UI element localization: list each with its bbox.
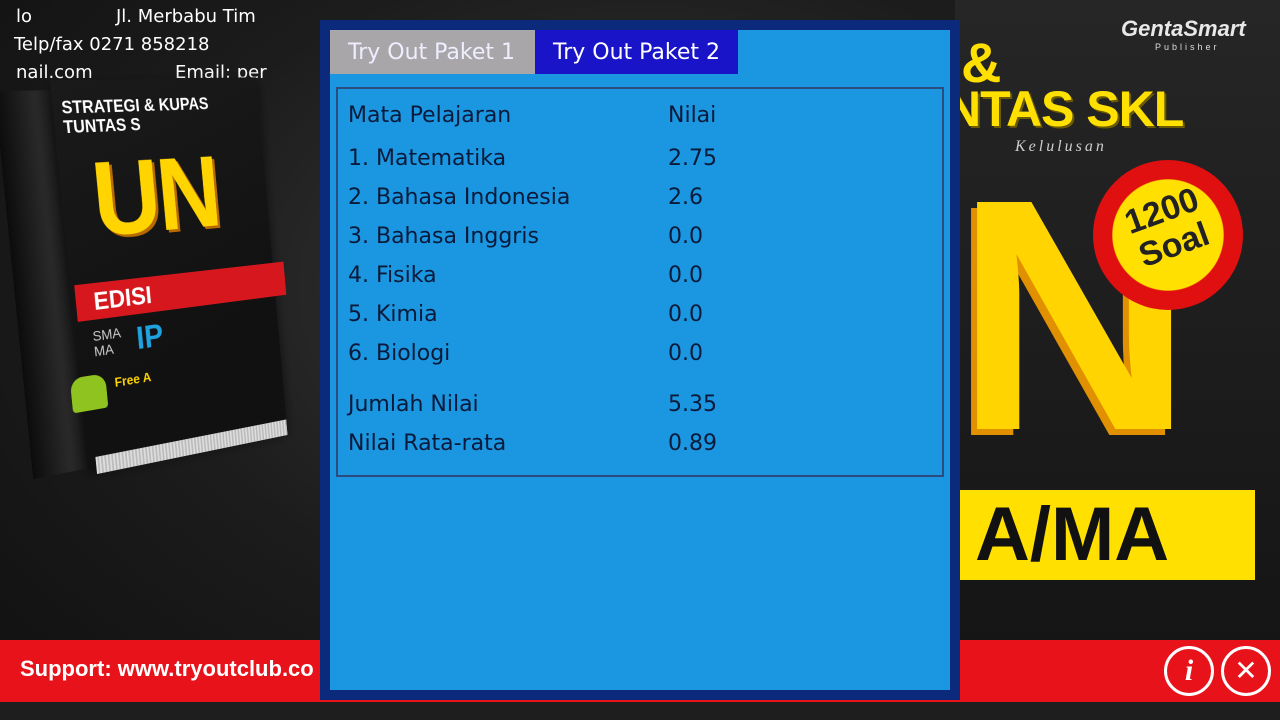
header-subject: Mata Pelajaran <box>348 103 512 128</box>
average-label: Nilai Rata-rata <box>348 431 507 456</box>
cover-ribbon: A/MA <box>955 490 1255 580</box>
soal-badge-text: 1200 Soal <box>1119 180 1215 276</box>
row-score: 0.0 <box>668 302 703 327</box>
score-dialog: Try Out Paket 1 Try Out Paket 2 Mata Pel… <box>320 20 960 700</box>
row-score: 0.0 <box>668 224 703 249</box>
soal-badge: 1200 Soal <box>1093 160 1243 310</box>
score-table: Mata Pelajaran Nilai 1. Matematika 2.75 … <box>336 87 944 477</box>
header-score: Nilai <box>668 103 717 128</box>
book-cover-right: & NTAS SKL Kelulusan N 1200 Soal A/MA Ge… <box>955 0 1280 640</box>
row-subject: 2. Bahasa Indonesia <box>348 185 571 210</box>
book-ipa-label: IP <box>134 317 165 357</box>
row-score: 2.75 <box>668 146 717 171</box>
publisher-logo-sub: Publisher <box>1155 42 1220 52</box>
tab-try-out-paket-2[interactable]: Try Out Paket 2 <box>535 30 738 74</box>
book-title: STRATEGI & KUPAS TUNTAS S <box>60 94 210 138</box>
contact-address: Jl. Merbabu Tim <box>116 6 256 27</box>
row-subject: 1. Matematika <box>348 146 507 171</box>
contact-fragment-left: lo <box>16 6 33 27</box>
row-score: 2.6 <box>668 185 703 210</box>
book-sma-label: SMA MA <box>91 325 121 361</box>
book-free-label: Free A <box>113 368 152 390</box>
row-subject: 5. Kimia <box>348 302 438 327</box>
row-score: 0.0 <box>668 263 703 288</box>
android-icon <box>69 373 109 414</box>
book-front: STRATEGI & KUPAS TUNTAS S UN EDISI SMA M… <box>49 77 287 469</box>
row-subject: 4. Fisika <box>348 263 437 288</box>
support-link[interactable]: Support: www.tryoutclub.co <box>20 656 314 682</box>
tab-try-out-paket-1[interactable]: Try Out Paket 1 <box>330 30 535 74</box>
total-value: 5.35 <box>668 392 717 417</box>
score-dialog-body: Try Out Paket 1 Try Out Paket 2 Mata Pel… <box>330 30 950 690</box>
row-subject: 6. Biologi <box>348 341 451 366</box>
book-edisi-banner: EDISI <box>74 261 287 322</box>
contact-phone: Telp/fax 0271 858218 <box>14 34 210 55</box>
publisher-logo: GentaSmart <box>1121 16 1246 41</box>
close-icon[interactable]: ✕ <box>1221 646 1271 696</box>
average-value: 0.89 <box>668 431 717 456</box>
row-subject: 3. Bahasa Inggris <box>348 224 539 249</box>
total-label: Jumlah Nilai <box>348 392 479 417</box>
row-score: 0.0 <box>668 341 703 366</box>
book-cover-left: STRATEGI & KUPAS TUNTAS S UN EDISI SMA M… <box>0 77 288 489</box>
info-icon[interactable]: i <box>1164 646 1214 696</box>
cover-ribbon-text: A/MA <box>975 492 1170 577</box>
book-un-logo: UN <box>87 135 223 260</box>
bottom-strip <box>0 702 1280 720</box>
